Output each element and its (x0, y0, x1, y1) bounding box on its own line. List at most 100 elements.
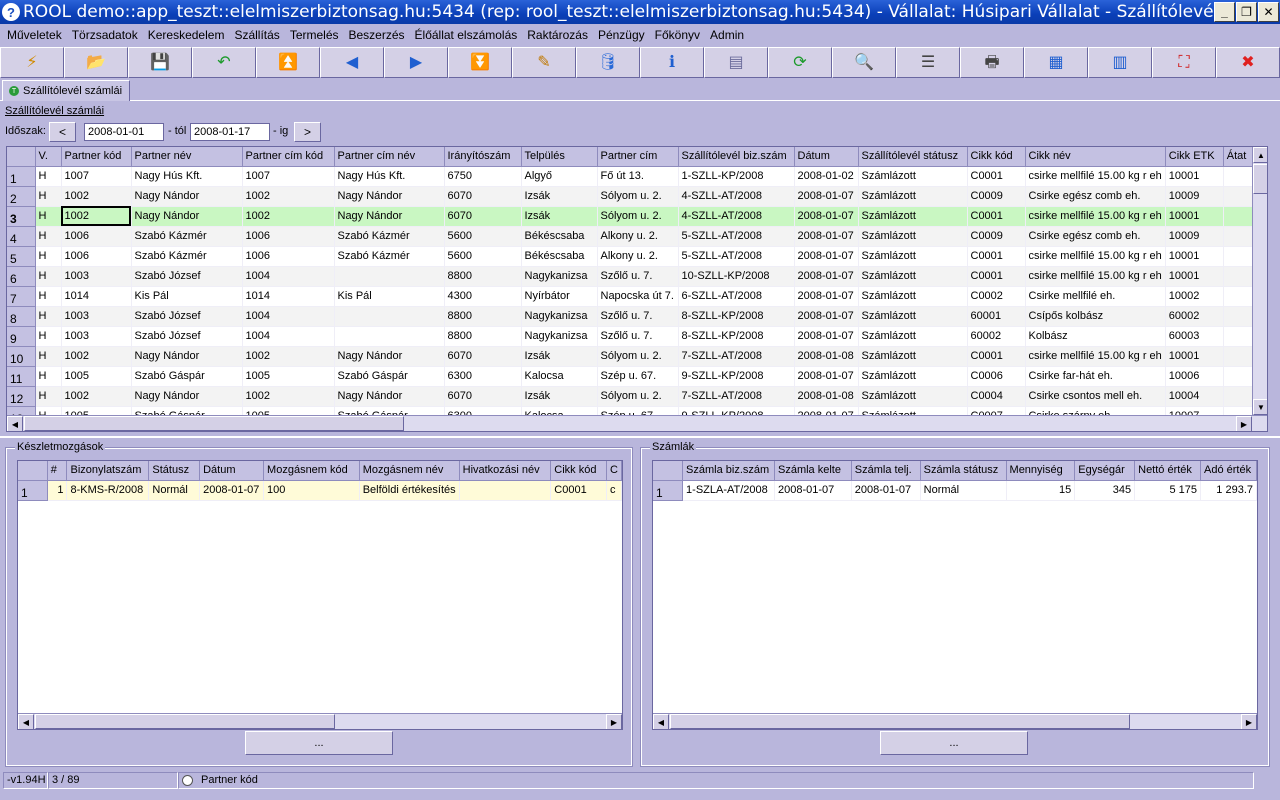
column-header[interactable]: Cikk ETK (1165, 147, 1224, 167)
toolbar-button-save[interactable]: 💾 (128, 47, 192, 78)
row-number[interactable]: 7 (7, 286, 36, 307)
toolbar-button-database[interactable]: 🛢 (576, 47, 640, 78)
scroll-right-icon[interactable]: ▶ (1236, 416, 1252, 431)
table-row[interactable]: 10 H 1002 Nagy Nándor 1002 Nagy Nándor 6070 Izs… (7, 346, 1254, 367)
main-grid-hscroll[interactable]: ◀ ▶ (7, 415, 1267, 431)
column-header[interactable]: Számla biz.szám (682, 461, 775, 481)
invoices-more-button[interactable]: ... (880, 731, 1028, 755)
stock-movements-grid[interactable]: # Bizonylatszám Státusz Dátum Mozgásnem kód M… (17, 460, 623, 730)
column-header[interactable]: Partner cím (597, 147, 679, 167)
table-row[interactable]: 7 H 1014 Kis Pál 1014 Kis Pál 4300 Nyírbátor Nap… (7, 286, 1254, 307)
row-number[interactable]: 8 (7, 306, 36, 327)
row-number[interactable]: 1 (7, 166, 36, 187)
column-header[interactable]: Cikk kód (967, 147, 1026, 167)
table-row[interactable]: 3 H 1002 Nagy Nándor 1002 Nagy Nándor 6070 Izsá… (7, 206, 1254, 227)
column-header[interactable]: Partner cím név (334, 147, 445, 167)
column-header[interactable]: Mozgásnem név (359, 461, 460, 481)
column-header[interactable]: Bizonylatszám (66, 461, 150, 481)
toolbar-button-refresh[interactable]: ⟳ (768, 47, 832, 78)
tab-szallitolevel-szamlai[interactable]: T Szállítólevél számlái (2, 80, 130, 101)
vscroll-thumb[interactable] (1253, 164, 1267, 194)
column-header[interactable]: # (47, 461, 68, 481)
row-number[interactable]: 5 (7, 246, 36, 267)
from-date-input[interactable]: 2008-01-01 (84, 123, 164, 141)
table-row[interactable]: 11 H 1005 Szabó Gáspár 1005 Szabó Gáspár 6300 K… (7, 366, 1254, 387)
to-date-input[interactable]: 2008-01-17 (190, 123, 270, 141)
stock-more-button[interactable]: ... (245, 731, 393, 755)
toolbar-button-form-view[interactable]: ▤ (704, 47, 768, 78)
panel-splitter[interactable] (0, 436, 1280, 438)
toolbar-button-undo-arrow[interactable]: ↶ (192, 47, 256, 78)
column-header[interactable]: Számla telj. (851, 461, 921, 481)
menu-item-penzugy[interactable]: Pénzügy (593, 28, 650, 42)
column-header[interactable]: Telpülés (521, 147, 598, 167)
table-row[interactable]: 5 H 1006 Szabó Kázmér 1006 Szabó Kázmér 5600 Bé… (7, 246, 1254, 267)
menu-item-eloallat[interactable]: Élőállat elszámolás (410, 28, 523, 42)
row-number[interactable]: 1 (18, 480, 48, 501)
column-header[interactable]: Cikk név (1025, 147, 1166, 167)
toolbar-button-print[interactable]: 🖶 (960, 47, 1024, 78)
hscroll-thumb[interactable] (670, 714, 1130, 729)
scroll-left-icon[interactable]: ◀ (7, 416, 23, 431)
toolbar-button-open-folder[interactable]: 📂 (64, 47, 128, 78)
toolbar-button-grid-rows[interactable]: ☰ (896, 47, 960, 78)
minimize-button[interactable]: _ (1214, 2, 1235, 22)
hscroll-thumb[interactable] (35, 714, 335, 729)
menu-item-raktarozas[interactable]: Raktározás (522, 28, 593, 42)
toolbar-button-edit[interactable]: ✎ (512, 47, 576, 78)
toolbar-button-next-record[interactable]: ▶ (384, 47, 448, 78)
row-number[interactable]: 1 (653, 480, 684, 501)
column-header[interactable]: Szállítólevél státusz (858, 147, 968, 167)
hscroll-thumb[interactable] (24, 416, 404, 431)
scroll-right-icon[interactable]: ▶ (1241, 714, 1257, 729)
toolbar-button-close-red[interactable]: ✖ (1216, 47, 1280, 78)
column-header[interactable]: Partner név (131, 147, 243, 167)
toolbar-button-first-record[interactable]: ⏫ (256, 47, 320, 78)
main-grid-vscroll[interactable]: ▲ ▼ (1252, 147, 1267, 415)
stock-grid-hscroll[interactable]: ◀ ▶ (18, 713, 622, 729)
row-number[interactable]: 4 (7, 226, 36, 247)
menu-item-fokonyv[interactable]: Főkönyv (650, 28, 705, 42)
column-header[interactable]: Dátum (794, 147, 859, 167)
menu-item-muveletek[interactable]: Műveletek (2, 28, 67, 42)
table-row[interactable]: 1 1 8-KMS-R/2008 Normál 2008-01-07 100 Belföld… (18, 480, 622, 501)
table-row[interactable]: 1 H 1007 Nagy Hús Kft. 1007 Nagy Hús Kft. 6750… (7, 166, 1254, 187)
menu-item-termeles[interactable]: Termelés (285, 28, 344, 42)
row-number[interactable]: 9 (7, 326, 36, 347)
menu-item-torzsadatok[interactable]: Törzsadatok (67, 28, 143, 42)
table-row[interactable]: 2 H 1002 Nagy Nándor 1002 Nagy Nándor 6070 Izsá… (7, 186, 1254, 207)
column-header[interactable]: Hivatkozási név (459, 461, 552, 481)
scroll-left-icon[interactable]: ◀ (653, 714, 669, 729)
column-header[interactable]: Szállítólevél biz.szám (678, 147, 795, 167)
column-header[interactable]: Irányítószám (444, 147, 522, 167)
column-header[interactable]: Dátum (199, 461, 265, 481)
column-header[interactable]: Számla kelte (774, 461, 852, 481)
column-header[interactable]: Számla státusz (920, 461, 1007, 481)
table-row[interactable]: 8 H 1003 Szabó József 1004 8800 Nagykanizsa Sző… (7, 306, 1254, 327)
maximize-button[interactable]: ❐ (1236, 2, 1257, 22)
toolbar-button-fullscreen[interactable]: ⛶ (1152, 47, 1216, 78)
toolbar-button-info[interactable]: ℹ (640, 47, 704, 78)
column-header[interactable]: Cikk kód (550, 461, 607, 481)
menu-item-admin[interactable]: Admin (705, 28, 749, 42)
table-row[interactable]: 9 H 1003 Szabó József 1004 8800 Nagykanizsa Sző… (7, 326, 1254, 347)
table-row[interactable]: 1 1-SZLA-AT/2008 2008-01-07 2008-01-07 Normá… (653, 480, 1257, 501)
scroll-down-icon[interactable]: ▼ (1253, 399, 1267, 415)
menu-item-kereskedelem[interactable]: Kereskedelem (143, 28, 230, 42)
radio-icon[interactable] (182, 774, 193, 786)
row-number[interactable]: 10 (7, 346, 36, 367)
column-header[interactable]: Egységár (1074, 461, 1136, 481)
row-number[interactable]: 2 (7, 186, 36, 207)
toolbar-button-previous-record[interactable]: ◀ (320, 47, 384, 78)
column-header[interactable]: C (606, 461, 622, 481)
menu-item-szallitas[interactable]: Szállítás (229, 28, 284, 42)
toolbar-button-export-grid[interactable]: ▦ (1024, 47, 1088, 78)
table-row[interactable]: 12 H 1002 Nagy Nándor 1002 Nagy Nándor 6070 Izs… (7, 386, 1254, 407)
toolbar-button-columns[interactable]: ▥ (1088, 47, 1152, 78)
invoice-grid-hscroll[interactable]: ◀ ▶ (653, 713, 1257, 729)
table-row[interactable]: 4 H 1006 Szabó Kázmér 1006 Szabó Kázmér 5600 Bé… (7, 226, 1254, 247)
close-button[interactable]: ✕ (1258, 2, 1279, 22)
toolbar-button-lightning[interactable]: ⚡ (0, 47, 64, 78)
period-next-button[interactable]: > (294, 122, 321, 142)
row-number[interactable]: 3 (7, 206, 36, 227)
